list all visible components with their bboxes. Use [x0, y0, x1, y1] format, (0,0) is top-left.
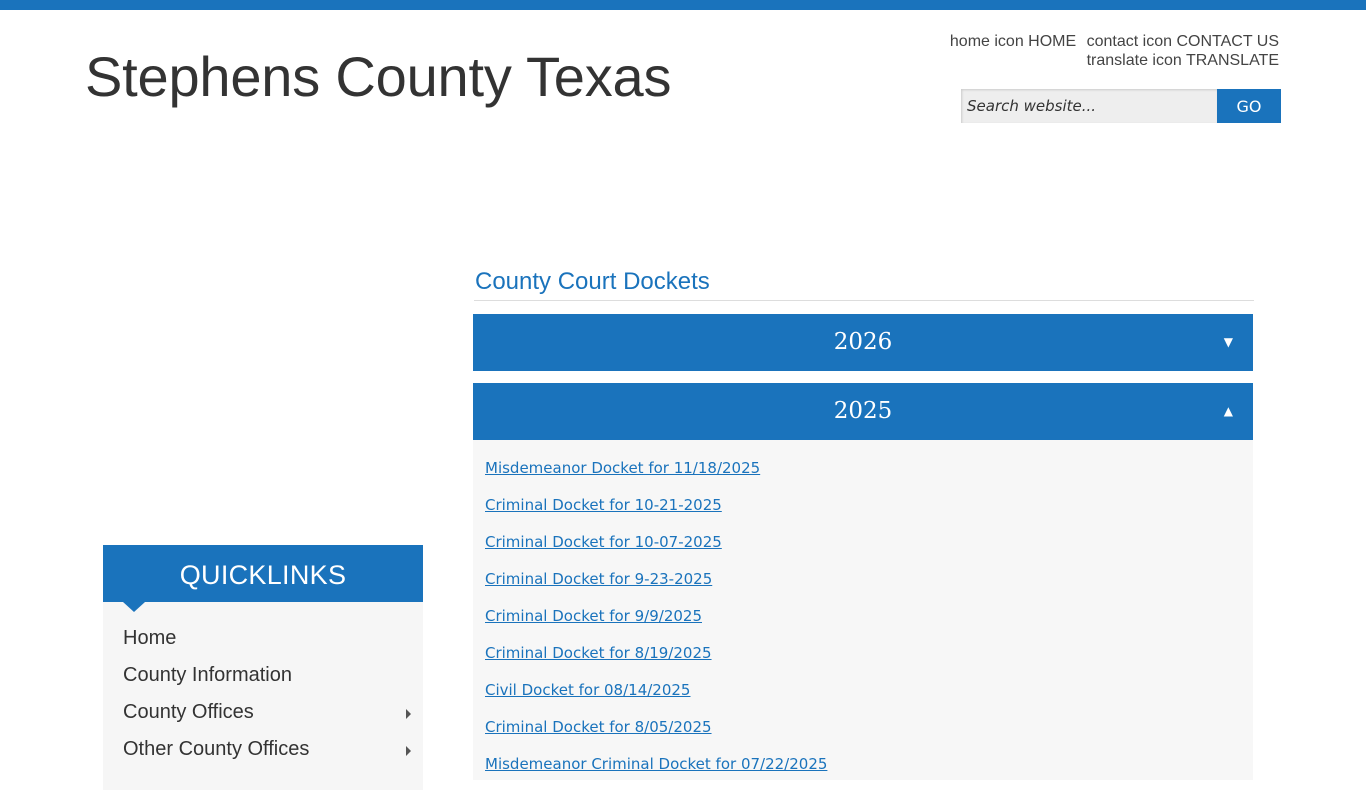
home-link-label: HOME — [1028, 33, 1077, 50]
docket-link[interactable]: Criminal Docket for 9/9/2025 — [485, 604, 1253, 641]
docket-link[interactable]: Criminal Docket for 8/19/2025 — [485, 641, 1253, 678]
docket-link[interactable]: Misdemeanor Docket for 11/18/2025 — [485, 456, 1253, 493]
sidebar-item-label: Other County Offices — [123, 738, 310, 760]
submenu-arrow-icon[interactable] — [406, 709, 411, 719]
sidebar-item-label: County Information — [123, 664, 292, 686]
quicklinks-title: QUICKLINKS — [179, 560, 347, 590]
caret-down-icon: ▼ — [1223, 335, 1233, 349]
submenu-arrow-icon[interactable] — [406, 746, 411, 756]
sidebar-item[interactable]: County Offices — [103, 694, 423, 731]
accordion-year-label: 2025 — [833, 398, 893, 424]
docket-link[interactable]: Criminal Docket for 10-21-2025 — [485, 493, 1253, 530]
sidebar-item-label: County Offices — [123, 701, 254, 723]
accordion-year-label: 2026 — [833, 329, 893, 355]
sidebar-item[interactable]: Other County Offices — [103, 731, 423, 768]
search-go-button[interactable]: GO — [1217, 89, 1281, 123]
quicklinks-panel: QUICKLINKS Home County Information County … — [103, 545, 423, 790]
accordion-2025-header[interactable]: 2025 ▲ — [473, 383, 1253, 440]
quicklinks-list: Home County Information County Offices Othe… — [103, 602, 423, 790]
docket-link[interactable]: Criminal Docket for 8/05/2025 — [485, 715, 1253, 752]
main-content: County Court Dockets 2026 ▼ 2025 ▲ Misde… — [473, 266, 1254, 780]
sidebar-item[interactable]: Home — [103, 620, 423, 657]
utility-links: home icon HOME contact icon CONTACT US t… — [879, 32, 1279, 70]
sidebar-item[interactable]: County Information — [103, 657, 423, 694]
docket-link[interactable]: Criminal Docket for 10-07-2025 — [485, 530, 1253, 567]
accordion-2026-header[interactable]: 2026 ▼ — [473, 314, 1253, 371]
translate-link[interactable]: translate icon TRANSLATE — [1087, 51, 1279, 70]
docket-link[interactable]: Civil Docket for 08/14/2025 — [485, 678, 1253, 715]
site-title[interactable]: Stephens County Texas — [85, 44, 671, 110]
contact-link-label: CONTACT US — [1176, 33, 1279, 50]
contact-icon: contact icon — [1086, 33, 1173, 50]
utility-row-2: translate icon TRANSLATE — [879, 51, 1279, 70]
translate-link-label: TRANSLATE — [1185, 52, 1279, 69]
caret-up-icon: ▲ — [1223, 404, 1233, 418]
docket-link[interactable]: Misdemeanor Criminal Docket for 07/22/20… — [485, 752, 1253, 789]
top-accent-bar — [0, 0, 1366, 10]
search-input[interactable] — [961, 89, 1217, 123]
sidebar-item-label: Home — [123, 627, 177, 649]
header-notch — [123, 602, 145, 612]
translate-icon: translate icon — [1086, 52, 1182, 69]
quicklinks-header: QUICKLINKS — [103, 545, 423, 612]
home-link[interactable]: home icon HOME — [950, 32, 1076, 51]
contact-link[interactable]: contact icon CONTACT US — [1087, 32, 1279, 51]
docket-link[interactable]: Criminal Docket for 9-23-2025 — [485, 567, 1253, 604]
accordion-2025-body: Misdemeanor Docket for 11/18/2025 Crimina… — [473, 440, 1253, 780]
utility-row-1: home icon HOME contact icon CONTACT US — [879, 32, 1279, 51]
site-search: GO — [961, 89, 1281, 123]
page-title: County Court Dockets — [474, 266, 1254, 301]
home-icon: home icon — [949, 33, 1024, 50]
